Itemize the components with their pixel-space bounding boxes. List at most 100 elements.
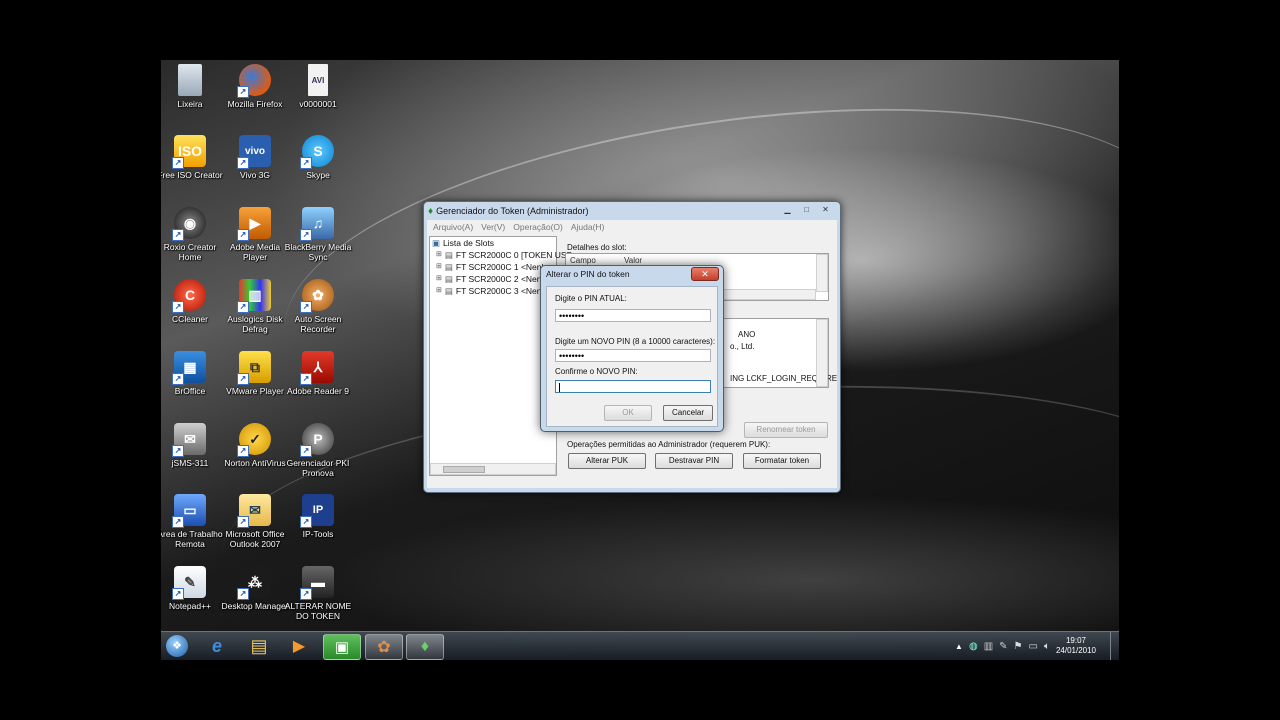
current-pin-field[interactable]: •••••••• [555,309,711,322]
desktop-icon-outlook[interactable]: ✉ ↗ Microsoft Office Outlook 2007 [220,494,290,549]
confirm-pin-label: Confirme o NOVO PIN: [555,367,638,376]
film-reel-icon: ✿ ↗ [300,279,334,313]
clock-date: 24/01/2010 [1055,646,1096,655]
desktop-icon-jsms[interactable]: ✉ ↗ jSMS-311 [161,423,225,468]
globe-icon[interactable]: ◍ [969,641,978,652]
tree-horizontal-scrollbar[interactable] [430,463,556,475]
desktop-icon-skype[interactable]: S ↗ Skype [283,135,353,180]
details-vertical-scrollbar[interactable] [816,254,828,292]
desktop-icon-desktop-manager[interactable]: ⁂ ↗ Desktop Manager [220,566,290,611]
current-pin-label: Digite o PIN ATUAL: [555,294,627,303]
menu-ajuda[interactable]: Ajuda(H) [571,222,605,232]
desktop-icon-vmware[interactable]: ⧉ ↗ VMware Player [220,351,290,396]
dialog-close-button[interactable]: ✕ [691,267,719,281]
scroll-thumb[interactable] [443,466,485,473]
alterar-puk-button[interactable]: Alterar PUK [568,453,646,469]
token-slot-icon: ▤ [444,262,453,272]
desktop-icon-alterar-nome-token[interactable]: ▬ ↗ ALTERAR NOME DO TOKEN [283,566,353,621]
taskbar-app-green[interactable]: ▣ [323,634,361,660]
roxio-icon: ◉ ↗ [172,207,206,241]
formatar-token-button[interactable]: Formatar token [743,453,821,469]
flag-icon[interactable]: ⚑ [1014,641,1023,652]
expand-icon: ⊞ [436,287,442,294]
jsms-icon: ✉ ↗ [172,423,206,457]
start-button[interactable]: ❖ [162,634,192,658]
media-player-icon: ▶ [292,638,306,655]
expand-icon: ⊞ [436,251,442,258]
tray-app-icon[interactable]: ▥ [984,641,993,652]
maximize-button[interactable]: □ [798,204,815,215]
slot-tree[interactable]: ▣ Lista de Slots ⊞ ▤ FT SCR2000C 0 [TOKE… [429,236,572,476]
window-titlebar[interactable]: ♦ Gerenciador do Token (Administrador) [424,202,840,220]
desktop-icon-auto-screen-recorder[interactable]: ✿ ↗ Auto Screen Recorder [283,279,353,334]
tree-item-slot-1[interactable]: ⊞ ▤ FT SCR2000C 1 <Nenhu [430,261,556,273]
skype-icon: S ↗ [300,135,334,169]
dialog-title[interactable]: Alterar o PIN do token [546,269,630,279]
rename-token-button[interactable]: Renomear token [744,422,828,438]
desktop-icon-remote-desktop[interactable]: ▭ ↗ Área de Trabalho Remota [161,494,225,549]
ok-button[interactable]: OK [604,405,652,421]
desktop-icon-avi-file[interactable]: AVI v0000001 [283,64,353,109]
show-desktop-button[interactable] [1110,632,1119,660]
clock[interactable]: 19:07 24/01/2010 [1056,636,1096,656]
column-valor[interactable]: Valor [624,256,642,265]
folder-icon: ▤ [250,635,268,656]
admin-ops-label: Operações permitidas ao Administrador (r… [567,440,771,449]
menu-ver[interactable]: Ver(V) [481,222,505,232]
ccleaner-icon: C ↗ [172,279,206,313]
new-pin-field[interactable]: •••••••• [555,349,711,362]
cancel-button[interactable]: Cancelar [663,405,713,421]
desktop-icon-roxio[interactable]: ◉ ↗ Roxio Creator Home [161,207,225,262]
vivo-icon: vivo ↗ [237,135,271,169]
window-title: Gerenciador do Token (Administrador) [436,206,589,216]
firefox-icon: ↗ [237,64,271,98]
confirm-pin-field[interactable] [555,380,711,393]
tree-item-slot-3[interactable]: ⊞ ▤ FT SCR2000C 3 <Nenhu [430,285,556,297]
column-campo[interactable]: Campo [570,256,596,265]
desktop-icon-blackberry-sync[interactable]: ♫ ↗ BlackBerry Media Sync [283,207,353,262]
desktop-icon-pki-pronova[interactable]: P ↗ Gerenciador PKI Pronova [283,423,353,478]
desktop-icon-firefox[interactable]: ↗ Mozilla Firefox [220,64,290,109]
taskbar-media-player[interactable]: ▶ [281,634,317,658]
desktop-icon-ip-tools[interactable]: IP ↗ IP-Tools [283,494,353,539]
desktop-icon-ccleaner[interactable]: C ↗ CCleaner [161,279,225,324]
desktop-icon-broffice[interactable]: ▦ ↗ BrOffice [161,351,225,396]
tree-root[interactable]: ▣ Lista de Slots [430,237,556,249]
slot-details-label: Detalhes do slot: [567,243,627,252]
desktop-icon-lixeira[interactable]: Lixeira [161,64,225,109]
network-icon[interactable]: ▭ [1029,641,1038,652]
desktop-icon-norton[interactable]: ✓ ↗ Norton AntiVirus [220,423,290,468]
pki-icon: P ↗ [300,423,334,457]
change-pin-dialog: Alterar o PIN do token ✕ Digite o PIN AT… [540,265,724,432]
desktop-icon-adobe-reader[interactable]: ⅄ ↗ Adobe Reader 9 [283,351,353,396]
tree-item-slot-0[interactable]: ⊞ ▤ FT SCR2000C 0 [TOKEN USB [430,249,572,261]
info-vertical-scrollbar[interactable] [816,319,828,387]
menu-arquivo[interactable]: Arquivo(A) [433,222,473,232]
desktop-icon-auslogics[interactable]: ▥ ↗ Auslogics Disk Defrag [220,279,290,334]
text-cursor [559,383,560,393]
desktop-icon-adobe-media-player[interactable]: ▶ ↗ Adobe Media Player [220,207,290,262]
adobe-media-player-icon: ▶ ↗ [237,207,271,241]
show-hidden-icons[interactable]: ▲ [955,642,963,651]
desktop-icon-vivo[interactable]: vivo ↗ Vivo 3G [220,135,290,180]
app-window-icon: ▣ [334,639,350,656]
taskbar-explorer[interactable]: ▤ [241,634,277,658]
destravar-pin-button[interactable]: Destravar PIN [655,453,733,469]
close-button[interactable]: ✕ [817,204,834,215]
desktop-icon-notepad[interactable]: ✎ ↗ Notepad++ [161,566,225,611]
blackberry-icon: ⁂ ↗ [237,566,271,600]
menu-operacao[interactable]: Operação(O) [513,222,563,232]
tree-item-slot-2[interactable]: ⊞ ▤ FT SCR2000C 2 <Nenhu [430,273,556,285]
taskbar-auto-screen-recorder[interactable]: ✿ [365,634,403,660]
menu-bar: Arquivo(A) Ver(V) Operação(O) Ajuda(H) [427,220,837,233]
broffice-icon: ▦ ↗ [172,351,206,385]
system-tray: ▲ ◍ ▥ ✎ ⚑ ▭ 🔈︎ 19:07 24/01/2010 [955,632,1119,660]
taskbar-token-manager[interactable]: ♦ [406,634,444,660]
desktop-icon-free-iso-creator[interactable]: ISO ↗ Free ISO Creator [161,135,225,180]
taskbar-ie[interactable]: e [199,634,235,658]
token-icon: ▬ ↗ [300,566,334,600]
tray-tool-icon[interactable]: ✎ [999,641,1007,652]
minimize-button[interactable]: ▁ [779,204,796,215]
volume-icon[interactable]: 🔈︎ [1044,641,1050,652]
adobe-reader-icon: ⅄ ↗ [300,351,334,385]
